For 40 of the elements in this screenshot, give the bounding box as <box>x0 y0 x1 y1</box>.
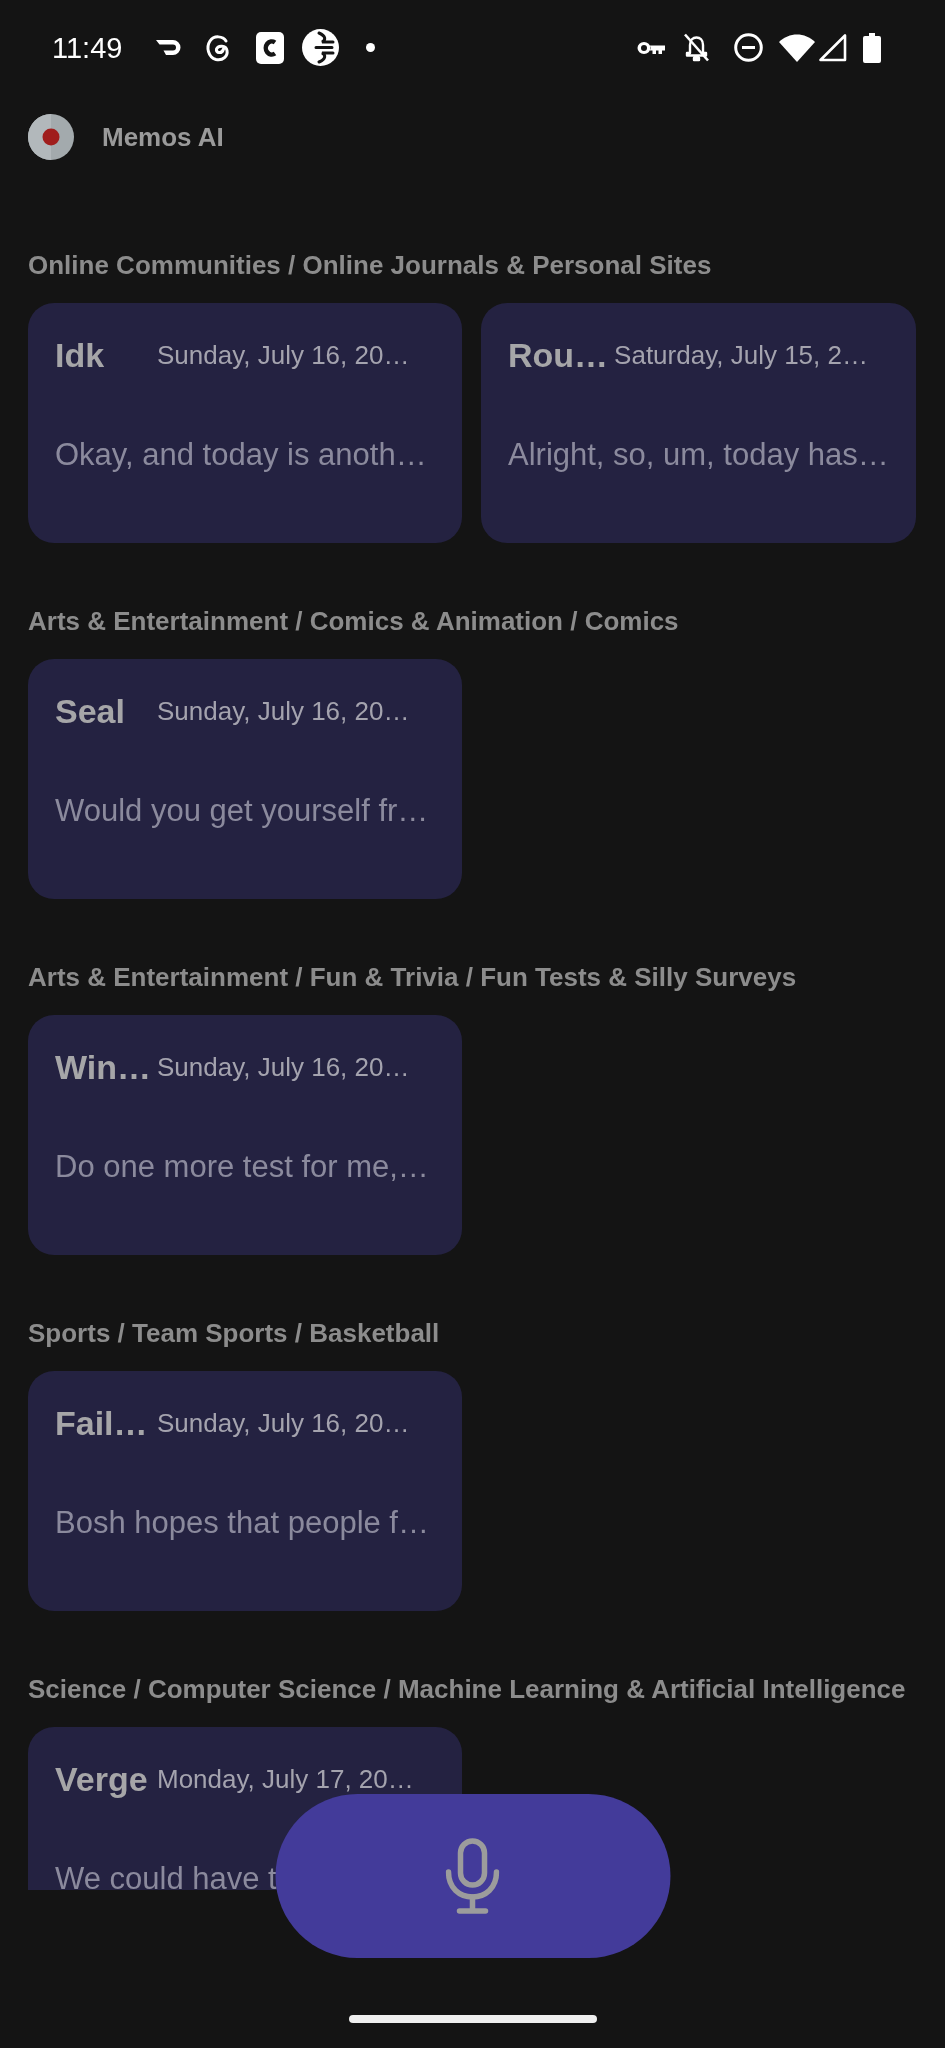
memo-title: Win… <box>55 1047 151 1087</box>
battery-icon <box>863 32 881 63</box>
memo-title: Fail… <box>55 1403 148 1443</box>
microphone-icon <box>445 1838 500 1914</box>
memo-preview: Do one more test for me,… <box>55 1149 429 1185</box>
memo-title: Verge <box>55 1759 148 1799</box>
c-square-icon <box>256 31 285 64</box>
signal-icon <box>818 33 847 62</box>
memo-preview: Bosh hopes that people f… <box>55 1505 429 1541</box>
memo-title: Idk <box>55 335 105 375</box>
memo-preview: Alright, so, um, today has… <box>508 437 889 473</box>
bell-off-icon <box>683 33 710 62</box>
category-heading: Arts & Entertainment / Comics & Animation / Comics <box>28 605 679 637</box>
memo-date: Sunday, July 16, 20… <box>157 1052 410 1082</box>
memo-title: Rou… <box>508 335 609 375</box>
memo-card[interactable]: Fail… Sunday, July 16, 20… Bosh hopes that people f… <box>28 1371 462 1611</box>
wifi-icon <box>779 33 815 62</box>
memo-card[interactable]: Seal Sunday, July 16, 20… Would you get yourself fr… <box>28 659 462 899</box>
memo-date: Monday, July 17, 20… <box>157 1764 414 1794</box>
memo-card[interactable]: Rou… Saturday, July 15, 2… Alright, so, um, today has… <box>481 303 916 543</box>
status-time: 11:49 <box>52 30 123 65</box>
app-title: Memos AI <box>102 121 224 153</box>
category-heading: Science / Computer Science / Machine Learning & Artificial Intelligence <box>28 1673 906 1705</box>
memo-title: Seal <box>55 691 125 731</box>
category-heading: Arts & Entertainment / Fun & Trivia / Fun Tests & Silly Surveys <box>28 961 797 993</box>
notification-dot-icon <box>366 43 376 52</box>
memo-card[interactable]: Idk Sunday, July 16, 20… Okay, and today is anoth… <box>28 303 462 543</box>
category-heading: Online Communities / Online Journals & Personal Sites <box>28 249 712 281</box>
memo-date: Saturday, July 15, 2… <box>614 340 868 370</box>
memo-preview: Would you get yourself fr… <box>55 793 429 829</box>
memo-card[interactable]: Win… Sunday, July 16, 20… Do one more test for me,… <box>28 1015 462 1255</box>
memo-preview: Okay, and today is anoth… <box>55 437 427 473</box>
do-not-disturb-icon <box>734 33 763 62</box>
memo-date: Sunday, July 16, 20… <box>157 1408 410 1438</box>
memo-date: Sunday, July 16, 20… <box>157 340 410 370</box>
record-logo-icon <box>28 114 74 160</box>
key-icon <box>636 39 665 56</box>
category-heading: Sports / Team Sports / Basketball <box>28 1317 440 1349</box>
circle-logo-icon <box>302 29 340 66</box>
memo-date: Sunday, July 16, 20… <box>157 696 410 726</box>
